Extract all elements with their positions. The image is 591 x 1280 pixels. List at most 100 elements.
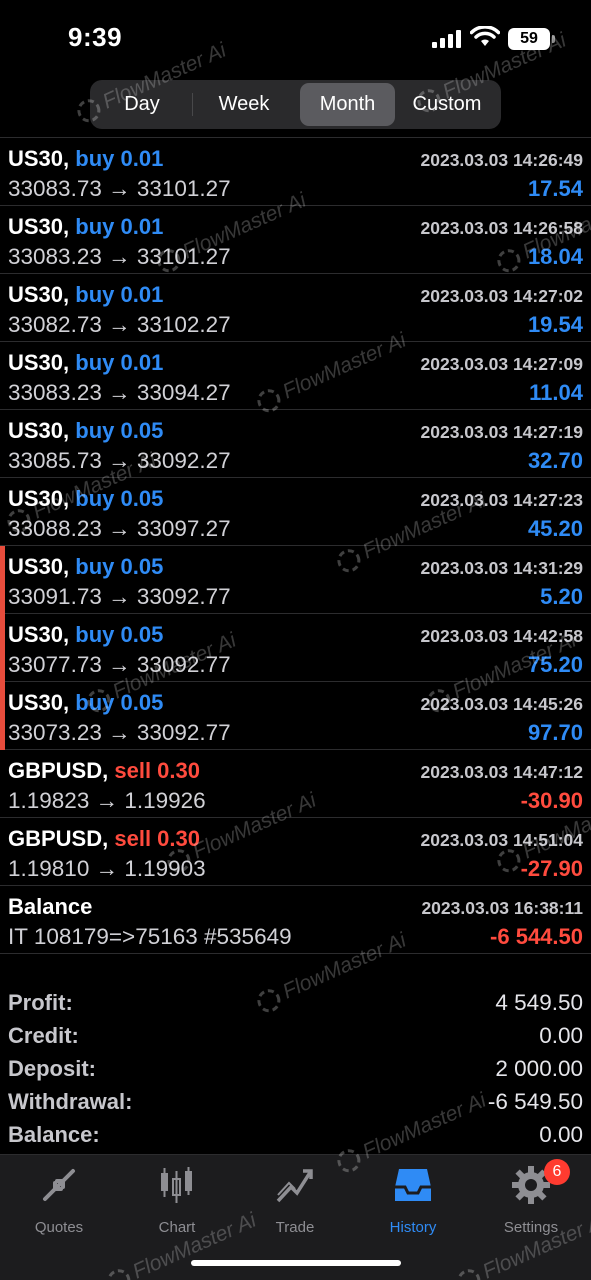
tab-trade[interactable]: Trade xyxy=(236,1165,354,1245)
deal-header: US30, buy 0.05 xyxy=(8,554,163,580)
deal-symbol: US30, xyxy=(8,486,70,511)
deal-datetime: 2023.03.03 14:27:09 xyxy=(420,354,584,374)
tab-month[interactable]: Month xyxy=(300,83,395,126)
deal-header: US30, buy 0.05 xyxy=(8,418,163,444)
summary-label: Deposit: xyxy=(8,1056,96,1081)
deal-prices: 33091.73 → 33092.77 xyxy=(8,584,231,609)
deal-row[interactable]: US30, buy 0.05 2023.03.03 14:31:29 33091.7… xyxy=(0,546,591,614)
deal-datetime: 2023.03.03 16:38:11 xyxy=(421,898,583,918)
deal-row[interactable]: US30, buy 0.05 2023.03.03 14:42:58 33077.7… xyxy=(0,614,591,682)
summary-label: Withdrawal: xyxy=(8,1089,133,1114)
deal-header: US30, buy 0.01 xyxy=(8,350,163,376)
period-segmented-control: Day Week Month Custom xyxy=(90,80,501,129)
deal-prices: 33082.73 → 33102.27 xyxy=(8,312,231,337)
deal-row[interactable]: US30, buy 0.01 2023.03.03 14:26:49 33083.7… xyxy=(0,138,591,206)
wifi-icon xyxy=(470,26,500,46)
deal-side-volume: buy 0.05 xyxy=(75,554,164,579)
history-deal-list[interactable]: 33084.23 → 33101.77 17.54 US30, buy 0.01 20… xyxy=(0,130,591,986)
home-indicator xyxy=(191,1260,401,1266)
deal-row[interactable]: US30, buy 0.01 2023.03.03 14:26:58 33083.2… xyxy=(0,206,591,274)
deal-profit: -30.90 xyxy=(520,788,583,813)
deal-row[interactable]: US30, buy 0.01 2023.03.03 14:27:09 33083.2… xyxy=(0,342,591,410)
deal-prices: 33085.73 → 33092.27 xyxy=(8,448,231,473)
tab-chart[interactable]: Chart xyxy=(118,1165,236,1245)
summary-value: 0.00 xyxy=(539,1122,583,1147)
deal-datetime: 2023.03.03 14:26:49 xyxy=(420,150,584,170)
deal-profit: -27.90 xyxy=(520,856,583,881)
deal-side-volume: buy 0.05 xyxy=(75,418,164,443)
deal-datetime: 2023.03.03 14:47:12 xyxy=(420,762,584,782)
summary-row: Credit: 0.00 xyxy=(0,1021,591,1054)
deal-row[interactable]: US30, buy 0.01 2023.03.03 14:27:02 33082.7… xyxy=(0,274,591,342)
deal-prices: 33073.23 → 33092.77 xyxy=(8,720,231,745)
deal-side-volume: buy 0.01 xyxy=(75,214,164,239)
tab-history-label: History xyxy=(389,1219,437,1236)
deal-header: GBPUSD, sell 0.30 xyxy=(8,826,200,852)
summary-label: Credit: xyxy=(8,1023,79,1048)
battery-icon: 59 xyxy=(508,28,550,50)
deal-header: US30, buy 0.05 xyxy=(8,690,163,716)
deal-symbol: US30, xyxy=(8,622,70,647)
deal-symbol: US30, xyxy=(8,146,70,171)
summary-row: Balance: 0.00 xyxy=(0,1120,591,1153)
battery-tip xyxy=(552,35,555,43)
deal-row[interactable]: GBPUSD, sell 0.30 2023.03.03 14:51:04 1.19… xyxy=(0,818,591,886)
deal-row[interactable]: US30, buy 0.05 2023.03.03 14:27:19 33085.7… xyxy=(0,410,591,478)
deal-header: US30, buy 0.05 xyxy=(8,486,163,512)
deal-header: US30, buy 0.05 xyxy=(8,622,163,648)
deal-prices: 33088.23 → 33097.27 xyxy=(8,516,231,541)
deal-side-volume: buy 0.05 xyxy=(75,486,164,511)
tab-quotes[interactable]: Quotes xyxy=(0,1165,118,1245)
deal-row[interactable]: GBPUSD, sell 0.30 2023.03.03 14:47:12 1.19… xyxy=(0,750,591,818)
deal-symbol: GBPUSD, xyxy=(8,826,109,851)
candlestick-chart-icon xyxy=(161,1167,192,1203)
deal-symbol: US30, xyxy=(8,214,70,239)
deal-symbol: US30, xyxy=(8,554,70,579)
deal-side-volume: buy 0.01 xyxy=(75,146,164,171)
deal-symbol: GBPUSD, xyxy=(8,758,109,783)
deal-header: US30, buy 0.01 xyxy=(8,146,163,172)
deal-prices: IT 108179=>75163 #535649 xyxy=(8,924,292,949)
summary-value: 4 549.50 xyxy=(495,990,583,1015)
summary-row: Deposit: 2 000.00 xyxy=(0,1054,591,1087)
deal-header: GBPUSD, sell 0.30 xyxy=(8,758,200,784)
deal-profit: 97.70 xyxy=(527,720,583,745)
deal-symbol: US30, xyxy=(8,350,70,375)
deal-profit: 45.20 xyxy=(527,516,583,541)
summary-row: Withdrawal: -6 549.50 xyxy=(0,1087,591,1120)
deal-side-volume: buy 0.01 xyxy=(75,282,164,307)
summary-value: 0.00 xyxy=(539,1023,583,1048)
summary-label: Balance: xyxy=(8,1122,100,1147)
tab-week[interactable]: Week xyxy=(194,83,294,126)
deal-row[interactable]: US30, buy 0.05 2023.03.03 14:27:23 33088.2… xyxy=(0,478,591,546)
deal-header: US30, buy 0.01 xyxy=(8,214,163,240)
deal-row[interactable]: 33084.23 → 33101.77 17.54 xyxy=(0,130,591,138)
deal-side-volume: sell 0.30 xyxy=(114,758,201,783)
deal-profit: 75.20 xyxy=(527,652,583,677)
tab-history[interactable]: History xyxy=(354,1165,472,1245)
deal-header: US30, buy 0.01 xyxy=(8,282,163,308)
trade-trend-icon xyxy=(276,1169,313,1203)
settings-badge: 6 xyxy=(544,1159,570,1185)
deal-datetime: 2023.03.03 14:51:04 xyxy=(420,830,584,850)
deal-header: Balance xyxy=(8,894,92,920)
summary-row: Profit: 4 549.50 xyxy=(0,988,591,1021)
deal-row[interactable]: US30, buy 0.05 2023.03.03 14:45:26 33073.2… xyxy=(0,682,591,750)
tab-trade-label: Trade xyxy=(275,1219,315,1236)
deal-prices: 33083.23 → 33094.27 xyxy=(8,380,231,405)
tab-day[interactable]: Day xyxy=(93,83,191,126)
deal-symbol: Balance xyxy=(8,894,93,919)
deal-prices: 1.19810 → 1.19903 xyxy=(8,856,206,881)
deal-datetime: 2023.03.03 14:31:29 xyxy=(420,558,584,578)
tab-quotes-label: Quotes xyxy=(34,1219,84,1236)
deal-profit: 19.54 xyxy=(527,312,583,337)
tab-custom[interactable]: Custom xyxy=(397,83,497,126)
deal-datetime: 2023.03.03 14:26:58 xyxy=(420,218,584,238)
tab-settings-label: Settings xyxy=(503,1219,559,1236)
tab-settings[interactable]: 6 Settings xyxy=(472,1159,590,1245)
deal-prices: 33084.23 → 33101.77 xyxy=(8,130,231,134)
deal-row[interactable]: Balance 2023.03.03 16:38:11 IT 108179=>751… xyxy=(0,886,591,954)
deal-prices: 33083.23 → 33101.27 xyxy=(8,244,231,269)
deal-side-volume: buy 0.05 xyxy=(75,622,164,647)
cellular-signal-icon xyxy=(432,30,462,48)
